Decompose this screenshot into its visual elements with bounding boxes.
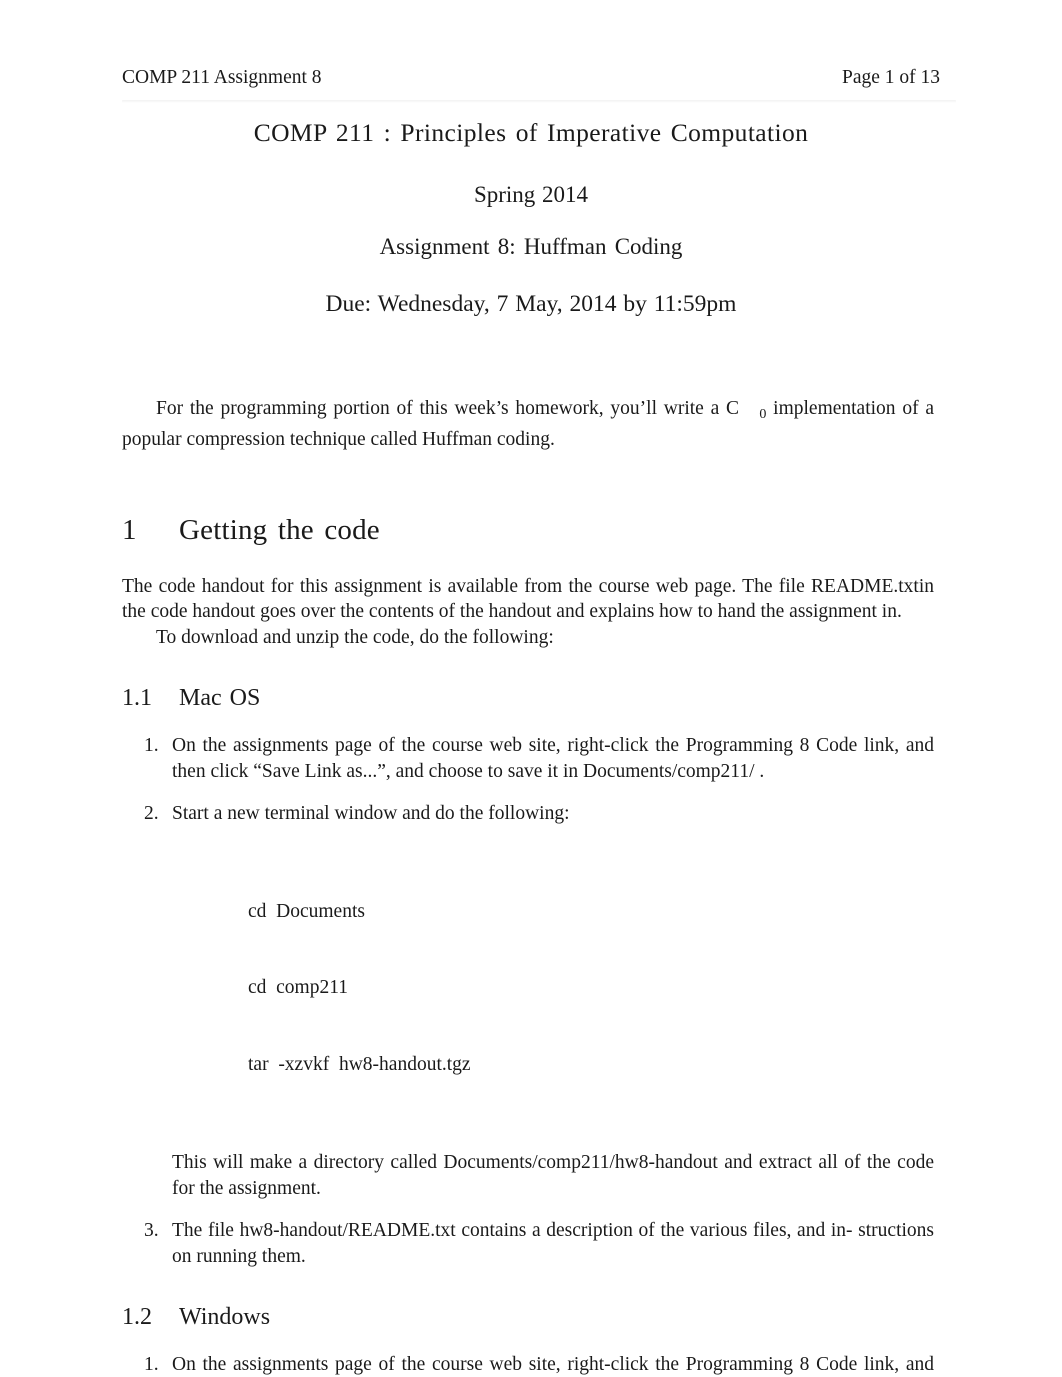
document-page: COMP 211 Assignment 8 Page 1 of 13 COMP … — [0, 0, 1062, 1377]
mac-os-step-list: 1. On the assignments page of the course… — [122, 733, 934, 1269]
title-block: COMP 211 : Principles of Imperative Comp… — [0, 118, 1062, 318]
code-line: cd Documents — [248, 900, 365, 922]
subsection-heading-1-1: 1.1 Mac OS — [122, 684, 934, 713]
subsection-title-1-2: Windows — [179, 1304, 271, 1331]
list-marker: 3. — [144, 1220, 159, 1242]
header-divider — [122, 100, 956, 103]
list-item-body: The file hw8-handout/README.txt contains… — [172, 1218, 934, 1269]
section-title-1: Getting the code — [179, 513, 380, 546]
code-line: cd comp211 — [248, 977, 349, 999]
list-item-body: Start a new terminal window and do the f… — [172, 801, 934, 1201]
assignment-subtitle: Assignment 8: Huffman Coding — [379, 233, 683, 259]
list-marker: 2. — [144, 803, 159, 825]
list-marker: 1. — [144, 1353, 159, 1375]
section-heading-1: 1 Getting the code — [122, 513, 934, 548]
intro-text-part1: For the programming portion of this week… — [156, 398, 740, 419]
list-item-text: On the assignments page of the course we… — [172, 735, 934, 782]
list-item-text: The file hw8-handout/README.txt contains… — [172, 1220, 934, 1267]
list-item-text: Start a new terminal window and do the f… — [172, 803, 570, 825]
subsection-heading-1-2: 1.2 Windows — [122, 1303, 934, 1332]
code-line: tar -xzvkf hw8-handout.tgz — [248, 1053, 471, 1075]
windows-step-list: 1. On the assignments page of the course… — [122, 1352, 934, 1377]
list-item-body: On the assignments page of the course we… — [172, 1352, 934, 1377]
header-assignment-label: COMP 211 Assignment 8 — [122, 67, 322, 88]
course-title: COMP 211 : Principles of Imperative Comp… — [253, 118, 809, 147]
subsection-title-1-1: Mac OS — [179, 685, 261, 712]
code-explanation-text: This will make a directory called Docume… — [172, 1152, 934, 1199]
subsection-number-1-2: 1.2 — [122, 1304, 152, 1331]
intro-paragraph: For the programming portion of this week… — [122, 396, 934, 453]
list-item-text: On the assignments page of the course we… — [172, 1353, 934, 1375]
list-item: 1. On the assignments page of the course… — [122, 733, 934, 784]
terminal-command-block: cd Documents cd comp211 tar -xzvkf hw8-h… — [172, 848, 934, 1129]
section-1-paragraph-1: The code handout for this assignment is … — [122, 575, 934, 623]
list-item-body: On the assignments page of the course we… — [172, 733, 934, 784]
due-date: Due: Wednesday, 7 May, 2014 by 11:59pm — [325, 290, 737, 317]
list-item: 3. The file hw8-handout/README.txt conta… — [122, 1218, 934, 1269]
section-number-1: 1 — [122, 513, 137, 546]
list-item: 2. Start a new terminal window and do th… — [122, 801, 934, 1201]
subsection-number-1-1: 1.1 — [122, 685, 152, 712]
term-label: Spring 2014 — [473, 181, 589, 207]
section-1-paragraph-2: To download and unzip the code, do the f… — [156, 626, 554, 648]
list-item: 1. On the assignments page of the course… — [122, 1352, 934, 1377]
list-marker: 1. — [144, 735, 159, 757]
header-page-number: Page 1 of 13 — [841, 67, 940, 88]
document-body: For the programming portion of this week… — [122, 396, 934, 1377]
running-header: COMP 211 Assignment 8 Page 1 of 13 — [122, 66, 940, 90]
